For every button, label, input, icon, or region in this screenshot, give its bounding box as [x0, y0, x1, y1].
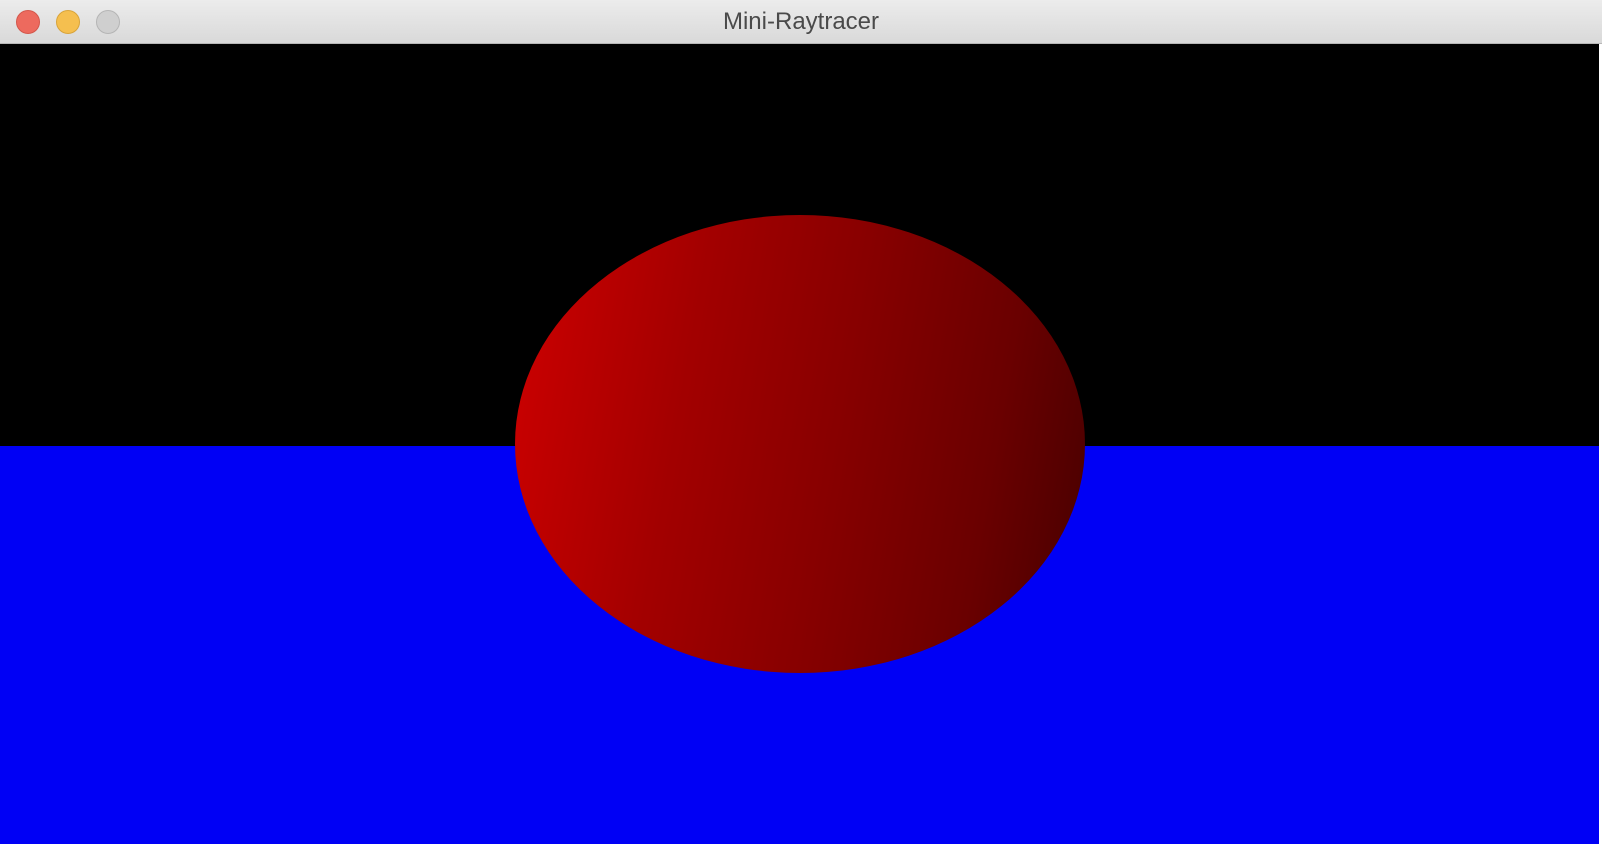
app-window: Mini-Raytracer [0, 0, 1602, 846]
window-title: Mini-Raytracer [722, 8, 880, 35]
render-canvas [0, 44, 1599, 844]
red-sphere [515, 215, 1085, 673]
title-bar[interactable]: Mini-Raytracer [0, 0, 1602, 44]
